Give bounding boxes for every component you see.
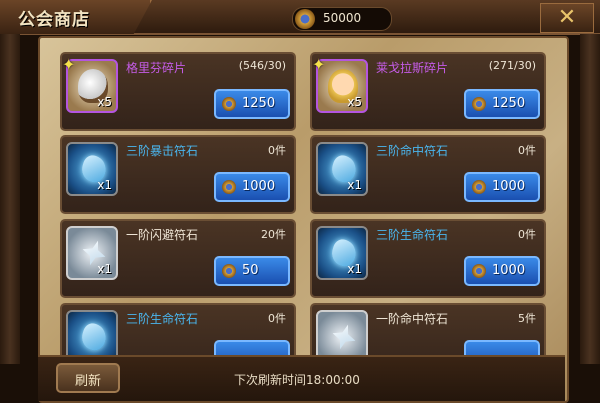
item-name: 一阶闪避符石 xyxy=(126,228,199,242)
guild-coin-icon xyxy=(472,180,486,194)
guild-coin-icon xyxy=(472,97,486,111)
buy-button[interactable]: 1000 xyxy=(464,256,540,286)
item-name: 莱戈拉斯碎片 xyxy=(376,61,449,75)
left-pillar-decoration xyxy=(0,34,20,364)
buy-button[interactable]: 1250 xyxy=(214,89,290,119)
item-price: 1250 xyxy=(242,96,276,111)
item-quantity: x1 xyxy=(347,262,362,276)
refresh-button[interactable]: 刷新 xyxy=(56,363,120,393)
page-title: 公会商店 xyxy=(18,10,90,30)
item-price: 1000 xyxy=(492,179,526,194)
star-icon: ✦ xyxy=(312,55,326,74)
item-count: 0件 xyxy=(268,144,286,157)
item-name: 三阶生命符石 xyxy=(376,228,449,242)
rune-shape xyxy=(329,321,360,353)
item-count: (546/30) xyxy=(238,59,286,72)
guild-coin-icon xyxy=(222,97,236,111)
star-icon: ✦ xyxy=(62,55,76,74)
item-quantity: x1 xyxy=(97,178,112,192)
buy-button[interactable]: 1000 xyxy=(464,172,540,202)
item-price: 50 xyxy=(242,263,259,278)
item-price: 1250 xyxy=(492,96,526,111)
item-price: 1000 xyxy=(492,263,526,278)
buy-button[interactable]: 50 xyxy=(214,256,290,286)
item-name: 三阶生命符石 xyxy=(126,312,199,326)
item-count: 0件 xyxy=(518,144,536,157)
legolas-elf-icon: ✦ x5 xyxy=(312,55,368,113)
item-quantity: x5 xyxy=(97,95,112,109)
right-pillar-decoration xyxy=(580,34,600,364)
close-icon: ✕ xyxy=(557,5,577,30)
refresh-label: 刷新 xyxy=(74,374,101,389)
item-quantity: x1 xyxy=(97,262,112,276)
buy-button[interactable]: 1000 xyxy=(214,172,290,202)
shop-item-card[interactable]: ✦ x5 莱戈拉斯碎片 (271/30) 1250 xyxy=(310,52,546,131)
shop-panel: ✦ x5 格里芬碎片 (546/30) 1250 ✦ x5 莱戈拉斯碎片 (27… xyxy=(38,36,569,403)
item-price: 1000 xyxy=(242,179,276,194)
shop-item-card[interactable]: x1 三阶暴击符石 0件 1000 xyxy=(60,135,296,214)
shop-item-card[interactable]: x1 三阶命中符石 0件 1000 xyxy=(310,135,546,214)
item-name: 格里芬碎片 xyxy=(126,61,187,75)
guild-currency-display: 50000 xyxy=(292,7,392,31)
crit-rune-stone-icon: x1 xyxy=(66,142,118,196)
buy-button[interactable]: 1250 xyxy=(464,89,540,119)
shop-item-card[interactable]: x1 三阶生命符石 0件 1000 xyxy=(310,219,546,298)
item-count: 0件 xyxy=(268,312,286,325)
guild-coin-icon xyxy=(472,264,486,278)
item-count: 20件 xyxy=(261,228,286,241)
item-count: (271/30) xyxy=(488,59,536,72)
rune-shape xyxy=(78,320,110,354)
item-name: 三阶暴击符石 xyxy=(126,144,199,158)
guild-coin-icon xyxy=(222,264,236,278)
close-button[interactable]: ✕ xyxy=(540,3,594,33)
bottom-bar: 刷新 下次刷新时间18:00:00 xyxy=(38,355,565,401)
hit-rune-stone-icon: x1 xyxy=(316,142,368,196)
item-count: 0件 xyxy=(518,228,536,241)
item-count: 5件 xyxy=(518,312,536,325)
life-rune-stone-icon: x1 xyxy=(316,226,368,280)
griffin-eagle-icon: ✦ x5 xyxy=(62,55,118,113)
item-name: 一阶命中符石 xyxy=(376,312,449,326)
next-refresh-time: 下次刷新时间18:00:00 xyxy=(234,373,360,387)
shop-item-card[interactable]: x1 一阶闪避符石 20件 50 xyxy=(60,219,296,298)
currency-amount: 50000 xyxy=(323,11,362,25)
dodge-rune-stone-icon: x1 xyxy=(66,226,118,280)
guild-coin-icon xyxy=(295,9,315,29)
guild-coin-icon xyxy=(222,180,236,194)
item-name: 三阶命中符石 xyxy=(376,144,449,158)
item-quantity: x1 xyxy=(347,178,362,192)
item-quantity: x5 xyxy=(347,95,362,109)
shop-item-card[interactable]: ✦ x5 格里芬碎片 (546/30) 1250 xyxy=(60,52,296,131)
